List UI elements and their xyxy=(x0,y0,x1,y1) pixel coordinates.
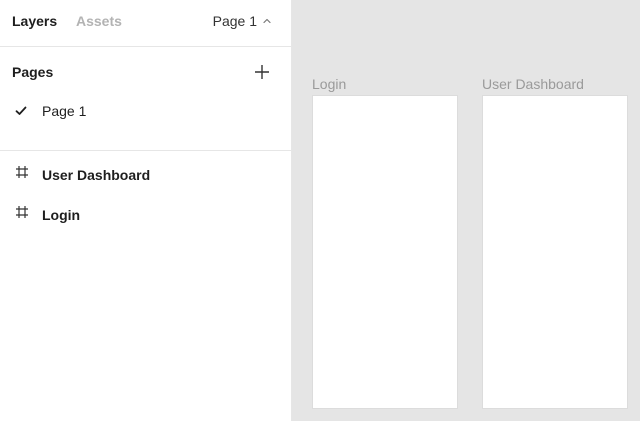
page-selector-dropdown[interactable]: Page 1 xyxy=(213,13,272,29)
design-canvas[interactable]: Login User Dashboard xyxy=(292,0,640,421)
page-selector-label: Page 1 xyxy=(212,13,257,29)
pages-section: Pages Page 1 xyxy=(0,47,292,151)
layer-item-label: User Dashboard xyxy=(42,167,151,183)
page-item-label: Page 1 xyxy=(42,103,87,119)
layer-item-user-dashboard[interactable]: User Dashboard xyxy=(0,155,292,187)
panel-header: Layers Assets Page 1 xyxy=(0,0,292,47)
layers-panel: Layers Assets Page 1 Pages Page 1 User D… xyxy=(0,0,292,421)
layer-item-login[interactable]: Login xyxy=(0,195,292,227)
chevron-up-icon xyxy=(262,16,272,26)
pages-heading: Pages xyxy=(12,64,54,80)
frame-title-user-dashboard[interactable]: User Dashboard xyxy=(482,76,584,92)
frame-title-login[interactable]: Login xyxy=(312,76,346,92)
tab-assets[interactable]: Assets xyxy=(76,13,122,29)
app-window: Layers Assets Page 1 Pages Page 1 User D… xyxy=(0,0,640,421)
add-page-icon[interactable] xyxy=(252,62,272,82)
frame-user-dashboard[interactable] xyxy=(482,95,628,409)
frame-icon xyxy=(14,164,30,185)
tab-layers[interactable]: Layers xyxy=(12,13,57,29)
frame-icon xyxy=(14,204,30,225)
page-list-item[interactable]: Page 1 xyxy=(0,99,292,123)
frame-login[interactable] xyxy=(312,95,458,409)
checkmark-icon xyxy=(15,104,27,122)
layer-item-label: Login xyxy=(42,207,81,223)
